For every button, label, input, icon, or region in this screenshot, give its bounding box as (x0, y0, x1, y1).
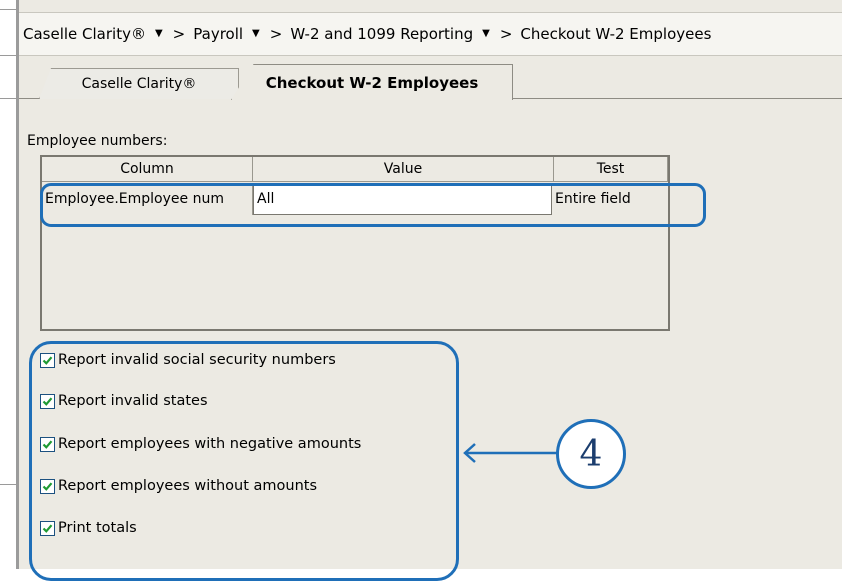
callout-number-badge: 4 (556, 419, 626, 489)
background-divider (0, 98, 16, 99)
breadcrumb: Caselle Clarity® ▼ > Payroll ▼ > W-2 and… (19, 12, 842, 56)
breadcrumb-separator: > (172, 25, 186, 43)
column-header-test[interactable]: Test (554, 157, 668, 181)
highlight-options (29, 341, 459, 581)
breadcrumb-item-w2-1099[interactable]: W-2 and 1099 Reporting (290, 25, 473, 43)
background-window (0, 0, 16, 569)
chevron-down-icon[interactable]: ▼ (155, 28, 163, 39)
background-divider (0, 9, 16, 10)
breadcrumb-item-payroll[interactable]: Payroll (193, 25, 243, 43)
highlight-employee-row (40, 183, 706, 227)
column-header-value[interactable]: Value (253, 157, 554, 181)
breadcrumb-separator: > (499, 25, 513, 43)
employee-numbers-label: Employee numbers: (27, 133, 168, 149)
chevron-down-icon[interactable]: ▼ (482, 28, 490, 39)
chevron-down-icon[interactable]: ▼ (252, 28, 260, 39)
breadcrumb-separator: > (269, 25, 283, 43)
callout-arrow-icon (463, 443, 558, 463)
grid-header: Column Value Test (42, 157, 668, 182)
background-divider (0, 55, 16, 56)
main-pane: Caselle Clarity® ▼ > Payroll ▼ > W-2 and… (19, 0, 842, 581)
breadcrumb-item-caselle[interactable]: Caselle Clarity® (23, 25, 146, 43)
tab-caselle-clarity[interactable]: Caselle Clarity® (39, 68, 239, 99)
background-divider (0, 484, 16, 485)
tab-strip: Caselle Clarity® Checkout W-2 Employees (19, 56, 842, 100)
column-header-column[interactable]: Column (42, 157, 253, 181)
tab-checkout-w2-employees[interactable]: Checkout W-2 Employees (231, 64, 513, 100)
breadcrumb-item-checkout-w2[interactable]: Checkout W-2 Employees (520, 25, 711, 43)
employee-filter-grid: Column Value Test Employee.Employee num … (40, 155, 670, 331)
